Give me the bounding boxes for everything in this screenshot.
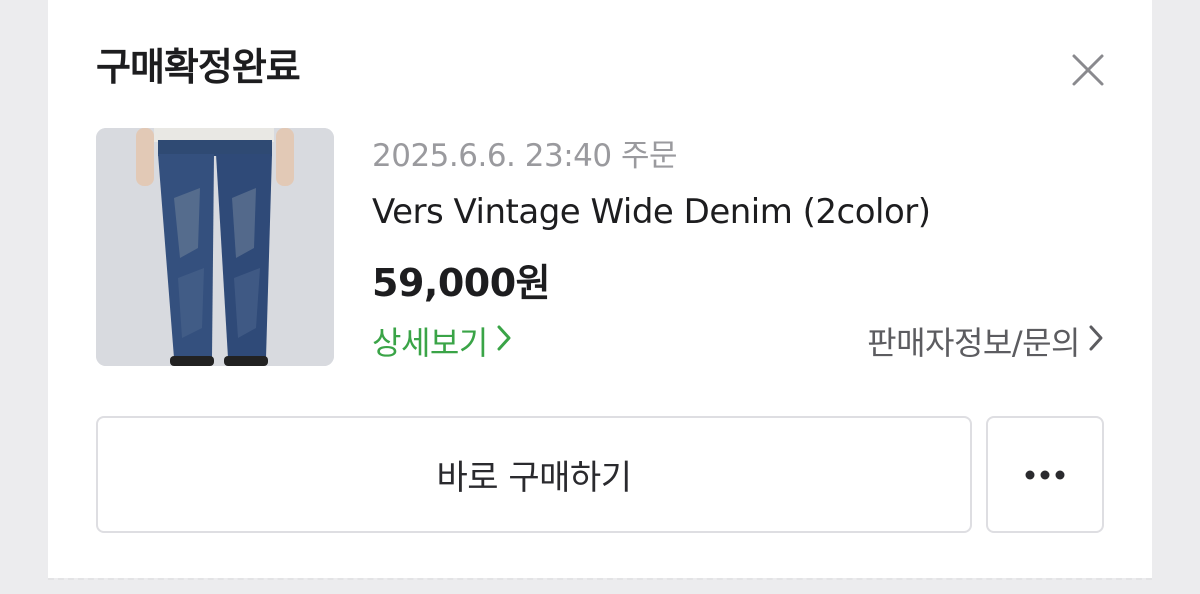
purchase-confirm-card: 구매확정완료 2025.6.6. 23:40 주문 Vers Vintage W… (48, 0, 1152, 580)
buy-again-button[interactable]: 바로 구매하기 (96, 416, 972, 533)
detail-link-label: 상세보기 (372, 324, 488, 362)
product-thumbnail[interactable] (96, 128, 334, 366)
chevron-right-icon (1088, 322, 1104, 360)
page-title: 구매확정완료 (96, 45, 301, 89)
more-dots-icon (1025, 465, 1065, 484)
buy-again-label: 바로 구매하기 (436, 458, 633, 498)
seller-info-link[interactable]: 판매자정보/문의 (867, 318, 1104, 364)
seller-info-label: 판매자정보/문의 (867, 324, 1080, 362)
card-divider (48, 578, 1152, 594)
chevron-right-icon (496, 322, 512, 360)
product-price: 59,000원 (372, 261, 551, 305)
order-date: 2025.6.6. 23:40 주문 (372, 138, 678, 174)
close-icon[interactable] (1068, 50, 1108, 90)
more-options-button[interactable] (986, 416, 1104, 533)
product-name[interactable]: Vers Vintage Wide Denim (2color) (372, 192, 931, 232)
detail-link[interactable]: 상세보기 (372, 318, 512, 364)
